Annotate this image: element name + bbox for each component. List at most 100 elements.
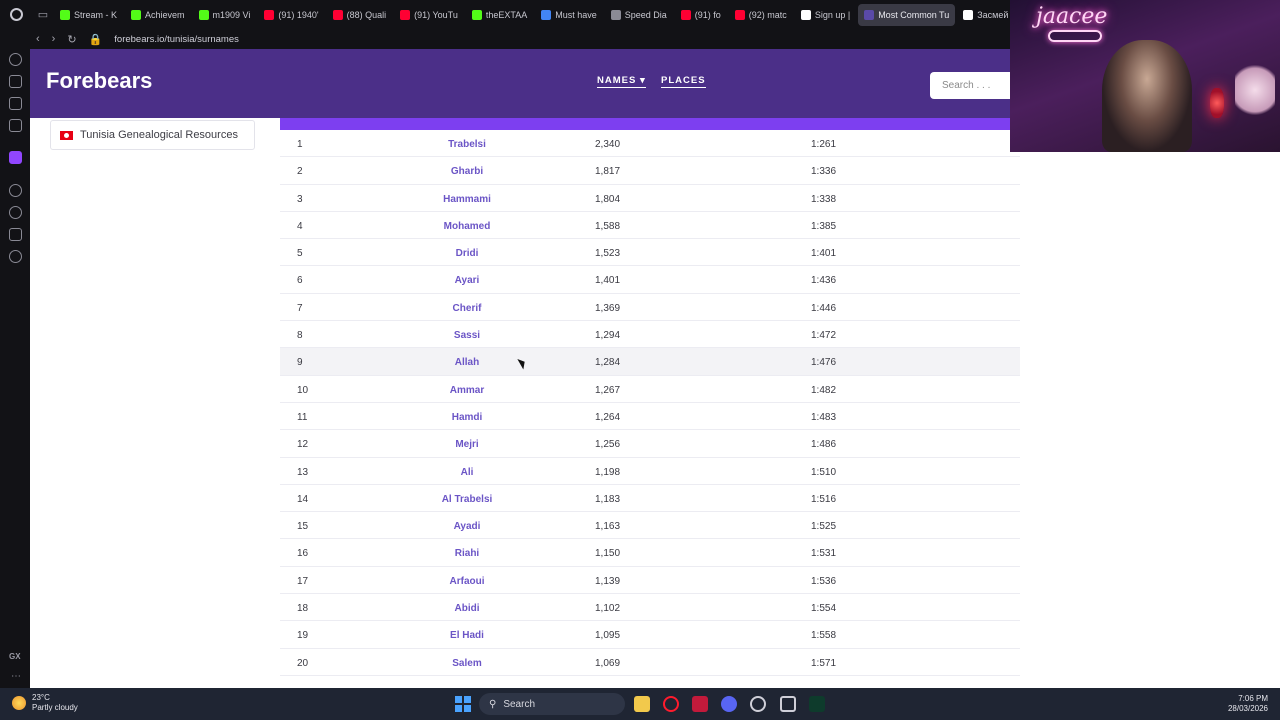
browser-tab[interactable]: theEXTAA — [466, 4, 533, 26]
system-clock[interactable]: 7:06 PM 28/03/2026 — [1216, 694, 1268, 714]
browser-tab[interactable]: Speed Dia — [605, 4, 673, 26]
clock-date: 28/03/2026 — [1227, 704, 1268, 713]
weather-condition: Partly cloudy — [32, 703, 78, 712]
surname-link[interactable]: Mohamed — [408, 221, 526, 232]
workspace-icon[interactable] — [9, 75, 22, 88]
settings-icon[interactable] — [9, 250, 22, 263]
frequency-cell: 1:486 — [811, 439, 837, 451]
clock-icon[interactable] — [9, 206, 22, 219]
surname-link[interactable]: Hamdi — [408, 412, 526, 423]
surname-link[interactable]: Hammami — [408, 194, 526, 205]
messenger-icon[interactable] — [9, 119, 22, 132]
frequency-cell: 1:476 — [811, 357, 837, 369]
incidence-cell: 1,095 — [595, 630, 621, 642]
surname-link[interactable]: Sassi — [408, 330, 526, 341]
app-taskbar-icon[interactable] — [692, 696, 708, 712]
surname-link[interactable]: Cherif — [408, 303, 526, 314]
incidence-cell: 1,139 — [595, 575, 621, 587]
browser-tab-label: theEXTAA — [485, 9, 528, 20]
frequency-cell: 1:482 — [811, 384, 837, 396]
surname-link[interactable]: Dridi — [408, 248, 526, 259]
surname-link[interactable]: Salem — [408, 658, 526, 669]
windows-start-icon[interactable] — [455, 696, 471, 712]
browser-tab[interactable]: Most Common Tu — [858, 3, 956, 26]
browser-tab[interactable]: Sign up | — [795, 4, 856, 26]
frequency-cell: 1:446 — [811, 302, 837, 314]
frequency-cell: 1:525 — [811, 521, 837, 533]
forward-icon[interactable]: › — [52, 33, 56, 45]
browser-tab[interactable]: (92) matc — [729, 4, 793, 26]
surname-link[interactable]: Gharbi — [408, 166, 526, 177]
rank-cell: 19 — [297, 630, 309, 642]
surname-link[interactable]: Mejri — [408, 439, 526, 450]
kick-icon — [471, 9, 482, 20]
frequency-cell: 1:536 — [811, 575, 837, 587]
surname-link[interactable]: Ali — [408, 467, 526, 478]
browser-tab-label: Засмей — [977, 9, 1009, 20]
nav-names-dropdown[interactable]: NAMES ▾ — [597, 75, 646, 88]
surname-link[interactable]: Ayadi — [408, 521, 526, 532]
table-row: 20 Salem 1,069 1:571 — [280, 649, 1020, 676]
surname-link[interactable]: Al Trabelsi — [408, 494, 526, 505]
steam-icon[interactable] — [750, 696, 766, 712]
tab-islands-icon[interactable]: ▭ — [32, 0, 54, 29]
weather-widget[interactable]: 23°C Partly cloudy — [12, 693, 78, 713]
youtube-icon — [264, 9, 275, 20]
genealogical-resources-link[interactable]: Tunisia Genealogical Resources — [50, 120, 255, 150]
tools-icon[interactable] — [9, 97, 22, 110]
incidence-cell: 1,401 — [595, 275, 621, 287]
table-body: 1 Trabelsi 2,340 1:261 2 Gharbi 1,817 1:336 3 Ham… — [280, 130, 1020, 676]
windows-taskbar: 23°C Partly cloudy ⚲ Search 7:06 PM 28/0… — [0, 688, 1280, 720]
audio-app-icon[interactable] — [780, 696, 796, 712]
twitch-icon[interactable] — [9, 151, 22, 164]
surname-link[interactable]: Riahi — [408, 548, 526, 559]
extensions-icon[interactable] — [9, 228, 22, 241]
neon-car-icon — [1048, 30, 1102, 42]
discord-icon[interactable] — [721, 696, 737, 712]
rank-cell: 15 — [297, 521, 309, 533]
browser-tab[interactable]: Must have — [535, 4, 603, 26]
browser-tab[interactable]: Achievem — [125, 4, 191, 26]
gx-control-icon[interactable]: GX — [9, 652, 21, 661]
lamp-icon — [1210, 88, 1224, 118]
file-explorer-icon[interactable] — [634, 696, 650, 712]
history-icon[interactable] — [9, 53, 22, 66]
player-icon[interactable] — [9, 184, 22, 197]
surname-link[interactable]: Abidi — [408, 603, 526, 614]
more-icon[interactable]: ⋯ — [11, 671, 21, 682]
nav-places-link[interactable]: PLACES — [661, 75, 706, 88]
browser-tab[interactable]: (91) 1940' — [258, 4, 324, 26]
back-icon[interactable]: ‹ — [36, 33, 40, 45]
surname-link[interactable]: Ammar — [408, 385, 526, 396]
taskbar-search[interactable]: ⚲ Search — [479, 693, 625, 715]
surname-link[interactable]: El Hadi — [408, 630, 526, 641]
page-viewport: Forebears NAMES ▾ PLACES Tunisia Genealo… — [30, 49, 1020, 688]
surname-link[interactable]: Arfaoui — [408, 576, 526, 587]
browser-tab[interactable]: Засмей — [957, 4, 1014, 26]
browser-tab[interactable]: (91) fo — [675, 4, 727, 26]
opera-gx-taskbar-icon[interactable] — [663, 696, 679, 712]
browser-tab[interactable]: Stream - K — [54, 4, 123, 26]
table-row: 9 Allah 1,284 1:476 — [280, 348, 1020, 376]
incidence-cell: 1,523 — [595, 248, 621, 260]
frequency-cell: 1:571 — [811, 657, 837, 669]
nav-names-label: NAMES — [597, 75, 637, 86]
tiktok-icon — [800, 9, 811, 20]
surname-link[interactable]: Trabelsi — [408, 139, 526, 150]
browser-tab[interactable]: (91) YouTu — [394, 4, 464, 26]
table-row: 5 Dridi 1,523 1:401 — [280, 239, 1020, 267]
table-row: 12 Mejri 1,256 1:486 — [280, 430, 1020, 458]
frequency-cell: 1:516 — [811, 493, 837, 505]
browser-tab[interactable]: (88) Quali — [327, 4, 393, 26]
obs-icon[interactable] — [809, 696, 825, 712]
surname-link[interactable]: Ayari — [408, 275, 526, 286]
browser-tab[interactable]: m1909 Vi — [193, 4, 257, 26]
site-logo[interactable]: Forebears — [46, 68, 152, 94]
url-field[interactable]: forebears.io/tunisia/surnames — [114, 34, 239, 45]
reload-icon[interactable]: ↻ — [67, 33, 76, 46]
surname-link[interactable]: Allah — [408, 357, 526, 368]
frequency-cell: 1:558 — [811, 630, 837, 642]
site-search-input[interactable] — [930, 72, 1020, 99]
opera-gx-logo-icon[interactable] — [0, 0, 32, 29]
address-bar: ‹ › ↻ 🔒 forebears.io/tunisia/surnames — [30, 29, 1010, 49]
